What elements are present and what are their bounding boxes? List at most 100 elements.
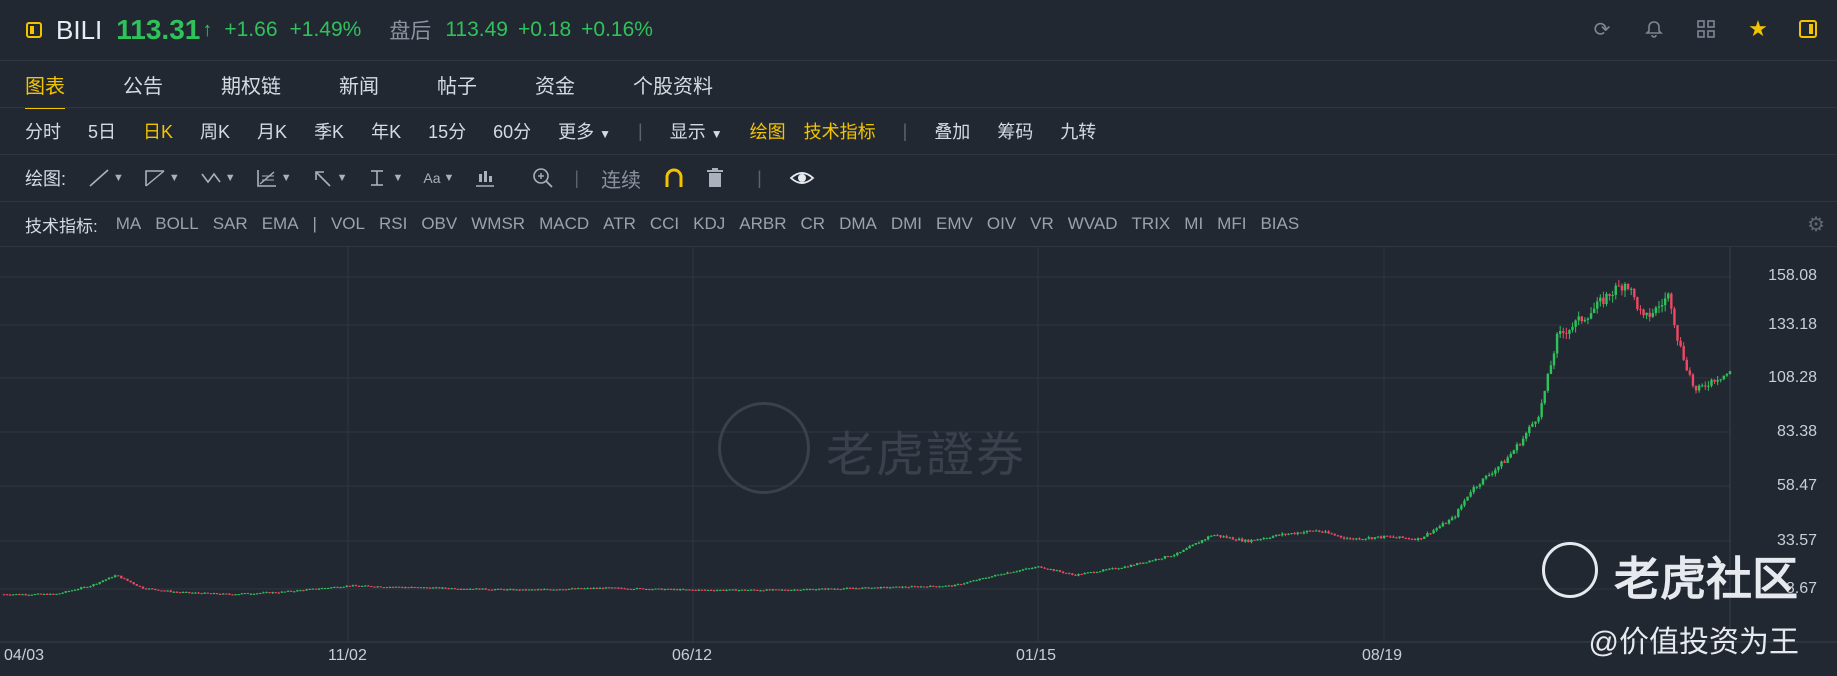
period-daily[interactable]: 日K bbox=[143, 118, 173, 144]
indicator-obv[interactable]: OBV bbox=[421, 214, 457, 234]
indicator-bias[interactable]: BIAS bbox=[1260, 214, 1299, 234]
candle-body bbox=[1469, 492, 1472, 497]
candle-body bbox=[1364, 538, 1367, 540]
candle-body bbox=[601, 587, 605, 589]
tab-capital[interactable]: 资金 bbox=[535, 60, 575, 109]
candle-body bbox=[682, 589, 685, 591]
candle-body bbox=[1253, 539, 1256, 541]
candle-body bbox=[1188, 546, 1191, 549]
star-icon[interactable]: ★ bbox=[1747, 16, 1769, 41]
indicator-trix[interactable]: TRIX bbox=[1132, 214, 1171, 234]
candle-body bbox=[89, 586, 92, 588]
tab-chart[interactable]: 图表 bbox=[25, 60, 65, 109]
candle-body bbox=[1670, 293, 1673, 309]
tab-announcements[interactable]: 公告 bbox=[123, 60, 163, 109]
candle-body bbox=[694, 589, 697, 591]
after-hours-price: 113.49 bbox=[445, 18, 508, 41]
candle-body bbox=[218, 593, 222, 595]
indicator-atr[interactable]: ATR bbox=[603, 214, 636, 234]
indicator-ema[interactable]: EMA bbox=[262, 214, 299, 234]
text-tool-icon[interactable]: Aa ▼ bbox=[423, 170, 454, 186]
candle-body bbox=[1370, 537, 1374, 539]
wave-tool-icon[interactable]: ▼ bbox=[200, 168, 236, 188]
candle-body bbox=[1058, 570, 1062, 572]
indicator-wvad[interactable]: WVAD bbox=[1068, 214, 1118, 234]
nine-turn-button[interactable]: 九转 bbox=[1060, 118, 1096, 144]
indicator-mi[interactable]: MI bbox=[1184, 214, 1203, 234]
period-intraday[interactable]: 分时 bbox=[25, 118, 61, 144]
period-more-dropdown[interactable]: 更多 ▼ bbox=[558, 118, 611, 144]
indicator-boll[interactable]: BOLL bbox=[155, 214, 198, 234]
overlay-button[interactable]: 叠加 bbox=[934, 118, 970, 144]
indicator-toggle[interactable]: 技术指标 bbox=[804, 118, 876, 144]
candle-body bbox=[1274, 534, 1278, 537]
indicator-wmsr[interactable]: WMSR bbox=[471, 214, 525, 234]
draw-toggle[interactable]: 绘图 bbox=[750, 118, 786, 144]
candle-body bbox=[885, 586, 889, 588]
period-5day[interactable]: 5日 bbox=[88, 118, 116, 144]
indicator-cci[interactable]: CCI bbox=[650, 214, 679, 234]
refresh-icon[interactable]: ⟳ bbox=[1591, 18, 1613, 41]
indicator-emv[interactable]: EMV bbox=[936, 214, 973, 234]
indicator-kdj[interactable]: KDJ bbox=[693, 214, 725, 234]
candle-body bbox=[808, 589, 812, 591]
candle-body bbox=[944, 585, 947, 587]
indicator-ma[interactable]: MA bbox=[116, 214, 142, 234]
channel-tool-icon[interactable]: ▼ bbox=[144, 168, 180, 188]
price-chart[interactable]: 老虎證券 158.08 133.18 108.28 83.38 58.47 33… bbox=[0, 247, 1837, 676]
candle-body bbox=[932, 585, 935, 587]
candle-body bbox=[1250, 539, 1253, 543]
candle-body bbox=[1645, 312, 1648, 316]
candle-body bbox=[1497, 466, 1500, 470]
zoom-icon[interactable] bbox=[532, 167, 554, 189]
continuous-draw-toggle[interactable]: 连续 bbox=[601, 164, 641, 193]
indicator-sar[interactable]: SAR bbox=[213, 214, 248, 234]
candle-body bbox=[147, 588, 151, 590]
indicator-mfi[interactable]: MFI bbox=[1217, 214, 1246, 234]
indicator-vol[interactable]: VOL bbox=[331, 214, 365, 234]
candle-body bbox=[1114, 568, 1117, 570]
indicator-vr[interactable]: VR bbox=[1030, 214, 1054, 234]
magnet-icon[interactable] bbox=[663, 167, 685, 189]
period-yearly[interactable]: 年K bbox=[371, 118, 401, 144]
candlestick-tool-icon[interactable] bbox=[474, 168, 496, 188]
indicator-macd[interactable]: MACD bbox=[539, 214, 589, 234]
grid-layout-icon[interactable] bbox=[1695, 18, 1717, 40]
sidebar-toggle-icon[interactable] bbox=[26, 22, 42, 38]
settings-gear-icon[interactable]: ⚙ bbox=[1807, 212, 1825, 237]
tab-posts[interactable]: 帖子 bbox=[437, 60, 477, 109]
period-60min[interactable]: 60分 bbox=[493, 118, 531, 144]
period-quarterly[interactable]: 季K bbox=[314, 118, 344, 144]
indicator-rsi[interactable]: RSI bbox=[379, 214, 407, 234]
tab-news[interactable]: 新闻 bbox=[339, 60, 379, 109]
candle-body bbox=[1558, 331, 1562, 334]
panel-toggle-icon[interactable] bbox=[1799, 20, 1817, 38]
indicator-dma[interactable]: DMA bbox=[839, 214, 877, 234]
period-15min[interactable]: 15分 bbox=[428, 118, 466, 144]
indicator-dmi[interactable]: DMI bbox=[891, 214, 922, 234]
line-tool-icon[interactable]: ▼ bbox=[88, 168, 124, 188]
period-monthly[interactable]: 月K bbox=[257, 118, 287, 144]
arrow-tool-icon[interactable]: ▼ bbox=[312, 168, 347, 188]
candle-body bbox=[376, 586, 379, 588]
indicator-oiv[interactable]: OIV bbox=[987, 214, 1016, 234]
candle-body bbox=[308, 588, 311, 590]
candle-body bbox=[827, 588, 830, 590]
eye-icon[interactable] bbox=[789, 168, 815, 188]
indicator-cr[interactable]: CR bbox=[801, 214, 826, 234]
indicator-arbr[interactable]: ARBR bbox=[739, 214, 786, 234]
display-dropdown[interactable]: 显示 ▼ bbox=[670, 118, 723, 144]
tab-options-chain[interactable]: 期权链 bbox=[221, 60, 281, 109]
candle-body bbox=[1620, 285, 1624, 291]
chips-button[interactable]: 筹码 bbox=[997, 118, 1033, 144]
bell-icon[interactable] bbox=[1643, 18, 1665, 40]
candle-body bbox=[1525, 432, 1528, 439]
candle-body bbox=[1052, 569, 1056, 571]
fib-tool-icon[interactable]: ▼ bbox=[256, 168, 292, 188]
candle-body bbox=[206, 592, 209, 594]
trash-icon[interactable] bbox=[705, 167, 725, 189]
period-weekly[interactable]: 周K bbox=[200, 118, 230, 144]
measure-tool-icon[interactable]: ▼ bbox=[367, 168, 403, 188]
candle-body bbox=[802, 589, 805, 591]
tab-profile[interactable]: 个股资料 bbox=[633, 60, 713, 109]
